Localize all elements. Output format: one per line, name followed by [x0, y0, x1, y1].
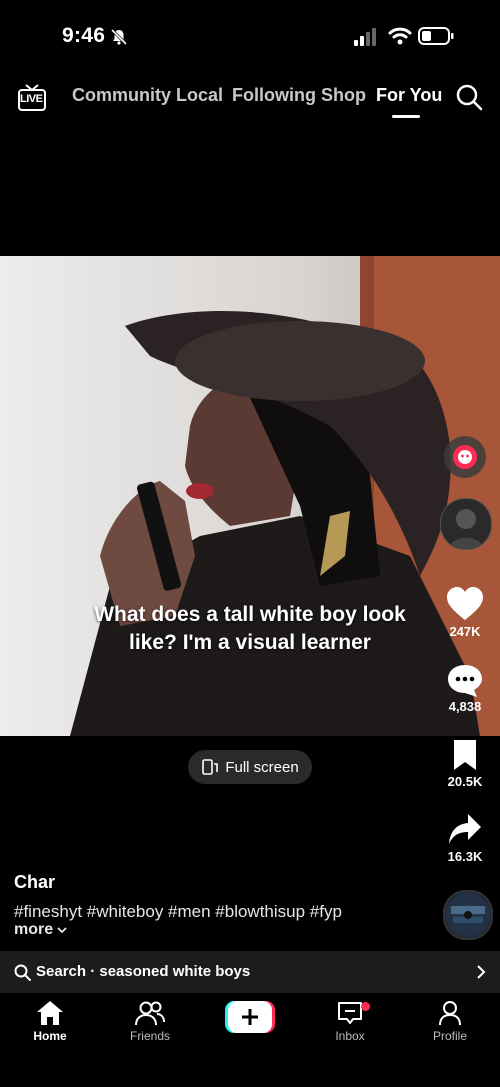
- ghost-effect-icon: [453, 445, 477, 469]
- nav-inbox-label: Inbox: [335, 1029, 365, 1043]
- rotate-screen-icon: [202, 759, 219, 775]
- effect-button[interactable]: [444, 436, 486, 478]
- inbox-icon: [338, 1002, 362, 1024]
- creator-avatar[interactable]: [440, 498, 492, 550]
- share-arrow-icon[interactable]: [448, 813, 482, 845]
- active-tab-indicator: [392, 115, 420, 118]
- live-label: LIVE: [20, 93, 43, 105]
- search-icon: [14, 964, 31, 981]
- tab-for-you[interactable]: For You: [376, 85, 442, 106]
- full-screen-button[interactable]: Full screen: [188, 750, 312, 784]
- tab-following[interactable]: Following: [232, 85, 316, 106]
- comment-count: 4,838: [448, 699, 482, 714]
- video-player[interactable]: [0, 256, 500, 736]
- chevron-right-icon[interactable]: [474, 963, 488, 981]
- friends-icon: [135, 1001, 165, 1026]
- search-icon[interactable]: [455, 83, 483, 111]
- search-suggestion-text[interactable]: Search · seasoned white boys: [36, 963, 250, 980]
- cellular-signal-icon: [354, 28, 376, 46]
- battery-icon: [418, 27, 454, 45]
- share-count: 16.3K: [447, 849, 483, 864]
- avatar-image: [441, 499, 491, 549]
- video-frame-image: [0, 256, 500, 736]
- sound-disc[interactable]: [443, 890, 493, 940]
- create-button[interactable]: [225, 1001, 275, 1033]
- profile-icon: [439, 1001, 461, 1026]
- comment-icon[interactable]: [447, 663, 483, 699]
- nav-friends-label: Friends: [129, 1029, 170, 1043]
- bookmark-icon[interactable]: [452, 739, 478, 771]
- music-disc-icon: [446, 893, 490, 937]
- status-time: 9:46: [62, 24, 106, 47]
- more-label: more: [14, 921, 54, 938]
- author-name[interactable]: Char: [14, 872, 55, 893]
- nav-home-label: Home: [33, 1029, 67, 1043]
- silent-bell-icon: [110, 28, 128, 46]
- save-count: 20.5K: [447, 774, 483, 789]
- chevron-down-icon: [57, 927, 67, 934]
- nav-profile-label: Profile: [432, 1029, 467, 1043]
- tab-local[interactable]: Local: [176, 85, 223, 106]
- video-caption: What does a tall white boy look like? I'…: [94, 603, 406, 654]
- live-button[interactable]: LIVE: [17, 82, 47, 112]
- post-hashtags[interactable]: #fineshyt #whiteboy #men #blowthisup #fy…: [14, 902, 342, 922]
- plus-icon: [242, 1009, 258, 1025]
- notification-dot: [361, 1002, 370, 1011]
- more-button[interactable]: more: [14, 921, 68, 939]
- like-count: 247K: [449, 624, 481, 639]
- like-heart-icon[interactable]: [446, 587, 484, 621]
- tab-shop[interactable]: Shop: [321, 85, 366, 106]
- wifi-icon: [388, 27, 412, 45]
- tab-community[interactable]: Community: [72, 85, 171, 106]
- home-icon: [37, 1001, 63, 1025]
- full-screen-label: Full screen: [225, 758, 299, 776]
